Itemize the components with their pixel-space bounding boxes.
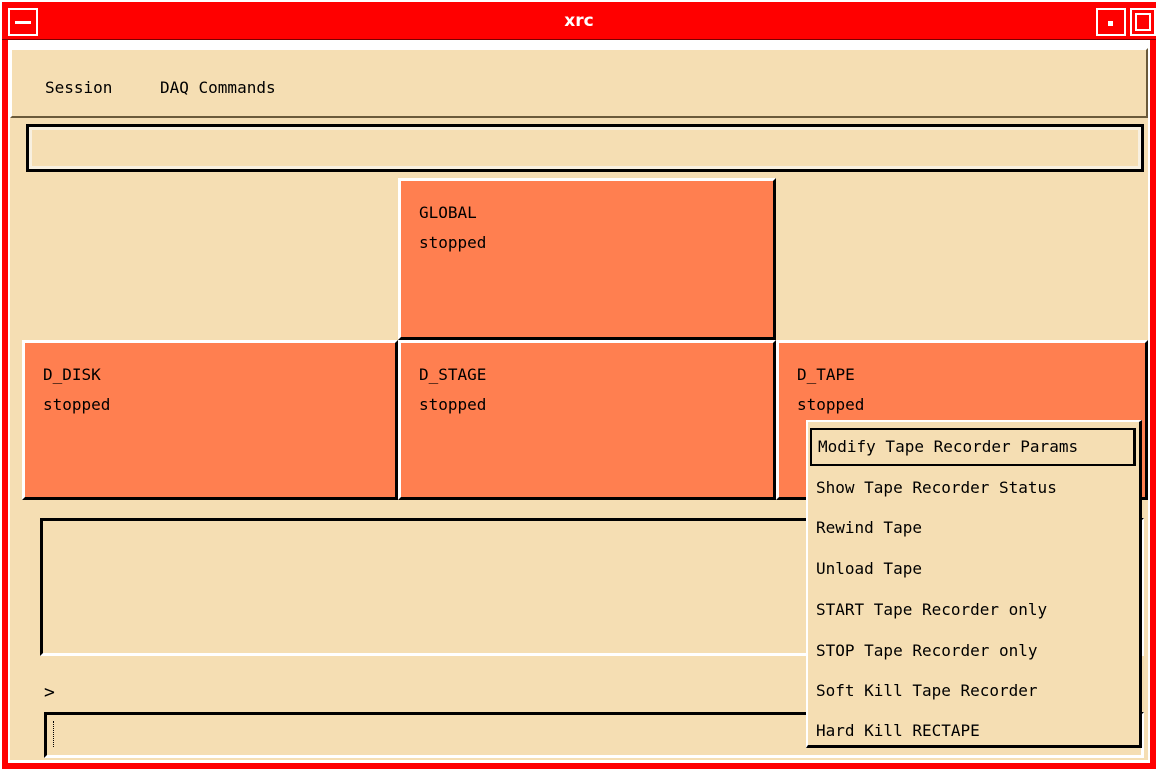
menu-daq-commands[interactable]: DAQ Commands — [160, 78, 276, 97]
tile-d-stage-name: D_STAGE — [419, 365, 487, 384]
popup-item-start-recorder[interactable]: START Tape Recorder only — [816, 600, 1047, 619]
tile-d-stage[interactable]: D_STAGE stopped — [398, 340, 776, 500]
tile-global-name: GLOBAL — [419, 203, 477, 222]
popup-item-modify-params[interactable]: Modify Tape Recorder Params — [810, 428, 1136, 466]
command-prompt: > — [44, 682, 55, 703]
popup-item-rewind-tape[interactable]: Rewind Tape — [816, 518, 922, 537]
frame-left — [2, 40, 8, 769]
tile-global-state: stopped — [419, 233, 487, 252]
tile-d-disk[interactable]: D_DISK stopped — [22, 340, 398, 500]
tile-d-stage-state: stopped — [419, 395, 487, 414]
tile-d-disk-state: stopped — [43, 395, 111, 414]
popup-item-hard-kill[interactable]: Hard Kill RECTAPE — [816, 721, 980, 740]
maximize-icon[interactable] — [1130, 8, 1156, 36]
window-title: xrc — [564, 11, 594, 31]
popup-item-stop-recorder[interactable]: STOP Tape Recorder only — [816, 641, 1038, 660]
frame-bottom — [2, 763, 1156, 769]
popup-item-unload-tape[interactable]: Unload Tape — [816, 559, 922, 578]
frame-right — [1150, 40, 1156, 769]
tile-d-disk-name: D_DISK — [43, 365, 101, 384]
popup-item-show-status[interactable]: Show Tape Recorder Status — [816, 478, 1057, 497]
message-bar — [26, 124, 1144, 172]
text-cursor-icon — [53, 721, 57, 747]
tile-d-tape-state: stopped — [797, 395, 865, 414]
popup-item-soft-kill[interactable]: Soft Kill Tape Recorder — [816, 681, 1038, 700]
d-tape-popup-menu: Modify Tape Recorder Params Show Tape Re… — [806, 420, 1142, 748]
title-bar[interactable]: xrc — [2, 2, 1156, 40]
menu-session[interactable]: Session — [45, 78, 112, 97]
tile-global[interactable]: GLOBAL stopped — [398, 178, 776, 340]
window-frame: xrc Session DAQ Commands GLOBAL stopped … — [0, 0, 1158, 771]
menu-bar: Session DAQ Commands — [10, 48, 1148, 118]
minimize-icon[interactable] — [1096, 8, 1126, 36]
tile-d-tape-name: D_TAPE — [797, 365, 855, 384]
